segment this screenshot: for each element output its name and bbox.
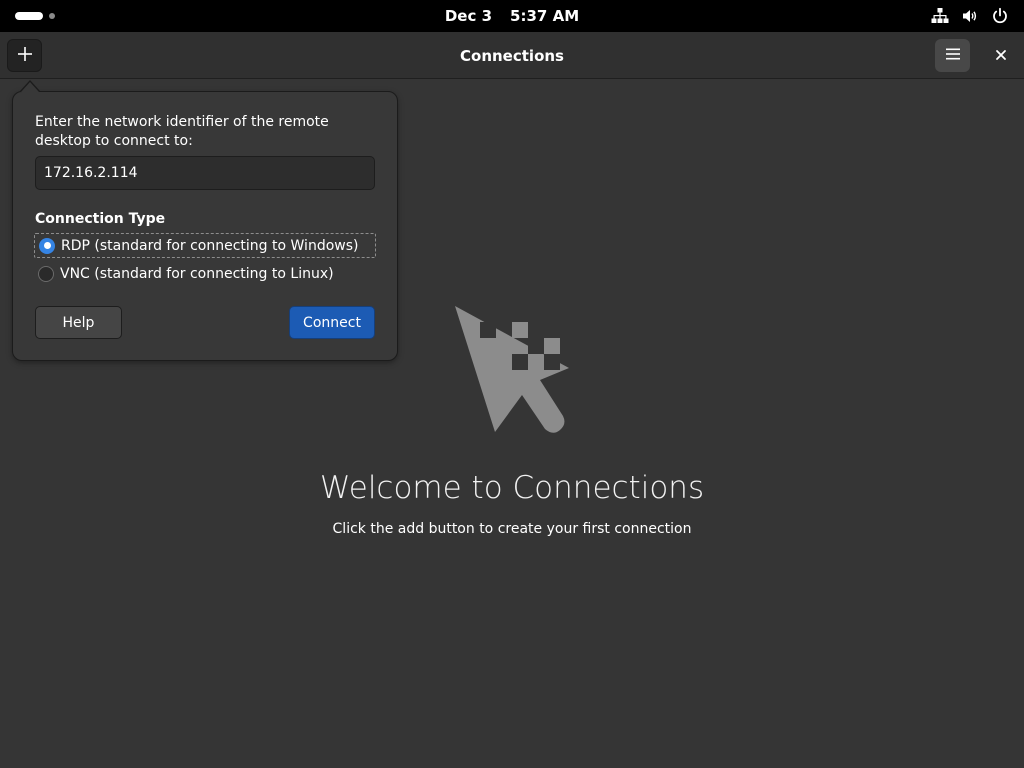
remote-cursor-icon <box>450 300 576 440</box>
power-icon[interactable] <box>990 6 1010 26</box>
connection-type-heading: Connection Type <box>35 211 166 227</box>
radio-label-vnc: VNC (standard for connecting to Linux) <box>60 265 334 282</box>
connect-button[interactable]: Connect <box>289 306 375 339</box>
welcome-title: Welcome to Connections <box>319 470 705 506</box>
welcome-subtitle: Click the add button to create your firs… <box>332 521 692 537</box>
workspace-active-indicator <box>15 12 43 20</box>
top-bar: Dec 3 5:37 AM <box>0 0 1024 32</box>
hamburger-menu-icon <box>945 46 961 65</box>
new-connection-popover: Enter the network identifier of the remo… <box>12 91 398 361</box>
header-bar: Connections <box>0 32 1024 79</box>
radio-button-unchecked[interactable] <box>38 265 54 282</box>
window-title: Connections <box>460 46 564 65</box>
main-menu-button[interactable] <box>935 39 970 72</box>
address-input[interactable] <box>35 156 375 190</box>
add-connection-button[interactable] <box>7 39 42 72</box>
system-tray[interactable] <box>930 6 1010 26</box>
activities-indicator[interactable] <box>15 12 55 20</box>
close-window-button[interactable] <box>984 39 1017 72</box>
clock-date: Dec 3 <box>444 7 493 25</box>
plus-icon <box>17 46 33 66</box>
address-prompt: Enter the network identifier of the remo… <box>35 114 329 149</box>
radio-label-rdp: RDP (standard for connecting to Windows) <box>61 237 359 254</box>
radio-option-vnc[interactable]: VNC (standard for connecting to Linux) <box>34 261 376 286</box>
close-icon <box>995 46 1007 65</box>
radio-option-rdp[interactable]: RDP (standard for connecting to Windows) <box>34 233 376 258</box>
help-button[interactable]: Help <box>35 306 122 339</box>
workspace-indicator <box>49 13 55 19</box>
network-icon[interactable] <box>930 6 950 26</box>
clock[interactable]: Dec 3 5:37 AM <box>0 0 1024 32</box>
radio-button-checked[interactable] <box>39 237 55 254</box>
volume-icon[interactable] <box>960 6 980 26</box>
popover-arrow <box>21 82 39 92</box>
clock-time: 5:37 AM <box>510 7 580 25</box>
